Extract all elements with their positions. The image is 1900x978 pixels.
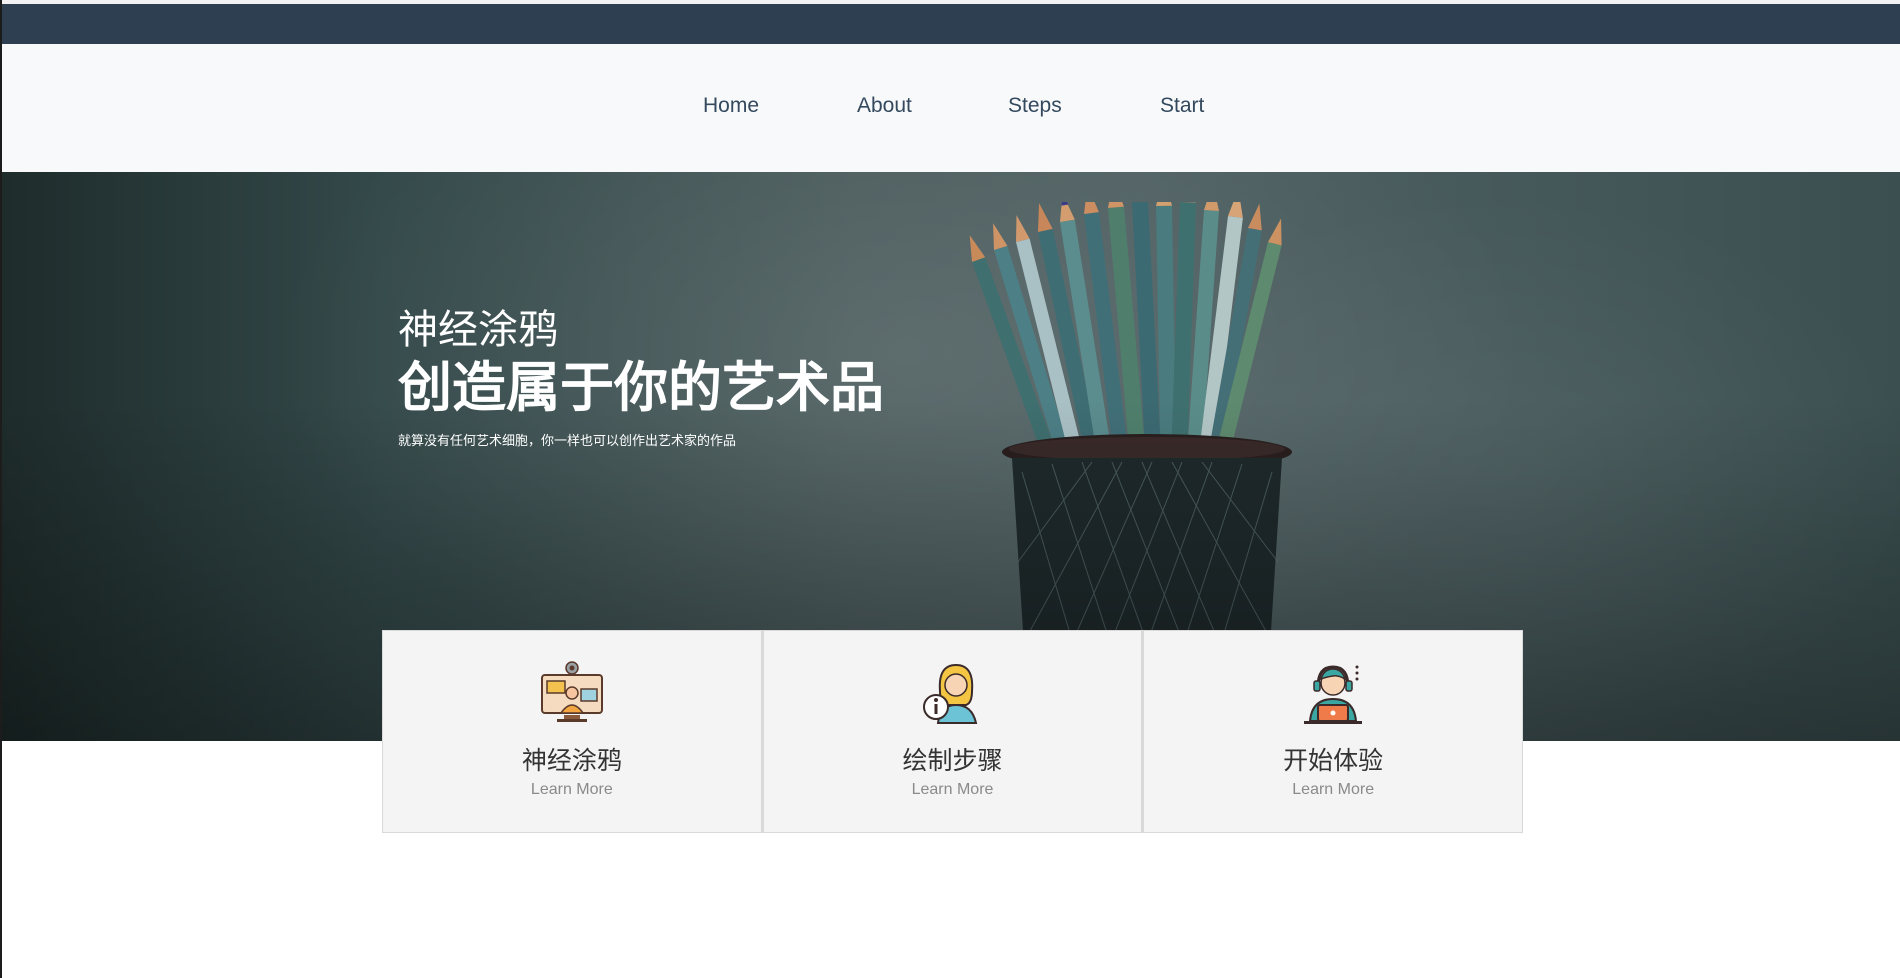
- card-title: 神经涂鸦: [521, 746, 622, 775]
- nav-start-link[interactable]: Start: [1160, 94, 1204, 118]
- feature-card-steps[interactable]: 绘制步骤 Learn More: [761, 630, 1143, 833]
- learn-more-link[interactable]: Learn More: [383, 781, 761, 799]
- headset-operator-icon: [1304, 665, 1363, 724]
- support-info-icon: [922, 663, 977, 724]
- nav-home-link[interactable]: Home: [703, 94, 759, 118]
- top-bar: [2, 0, 1900, 44]
- hero-title: 创造属于你的艺术品: [398, 356, 884, 419]
- nav-about-link[interactable]: About: [857, 94, 912, 118]
- feature-cards: 神经涂鸦 Learn More 绘制步骤 Learn More 开始体验 Lea…: [382, 630, 1524, 835]
- page: Home About Steps Start 神经涂鸦 创造属于你的艺术品 就算…: [0, 0, 1900, 978]
- navbar: Home About Steps Start: [2, 44, 1900, 172]
- card-title: 开始体验: [1283, 746, 1384, 775]
- card-title: 绘制步骤: [902, 746, 1003, 775]
- feature-card-start[interactable]: 开始体验 Learn More: [1142, 630, 1524, 833]
- feature-card-neural-doodle[interactable]: 神经涂鸦 Learn More: [382, 630, 762, 833]
- nav-steps-link[interactable]: Steps: [1008, 94, 1062, 118]
- learn-more-link[interactable]: Learn More: [1144, 781, 1522, 799]
- hero-description: 就算没有任何艺术细胞，你一样也可以创作出艺术家的作品: [398, 434, 737, 449]
- video-conference-icon: [540, 661, 603, 722]
- learn-more-link[interactable]: Learn More: [764, 781, 1142, 799]
- hero-subtitle: 神经涂鸦: [398, 307, 558, 353]
